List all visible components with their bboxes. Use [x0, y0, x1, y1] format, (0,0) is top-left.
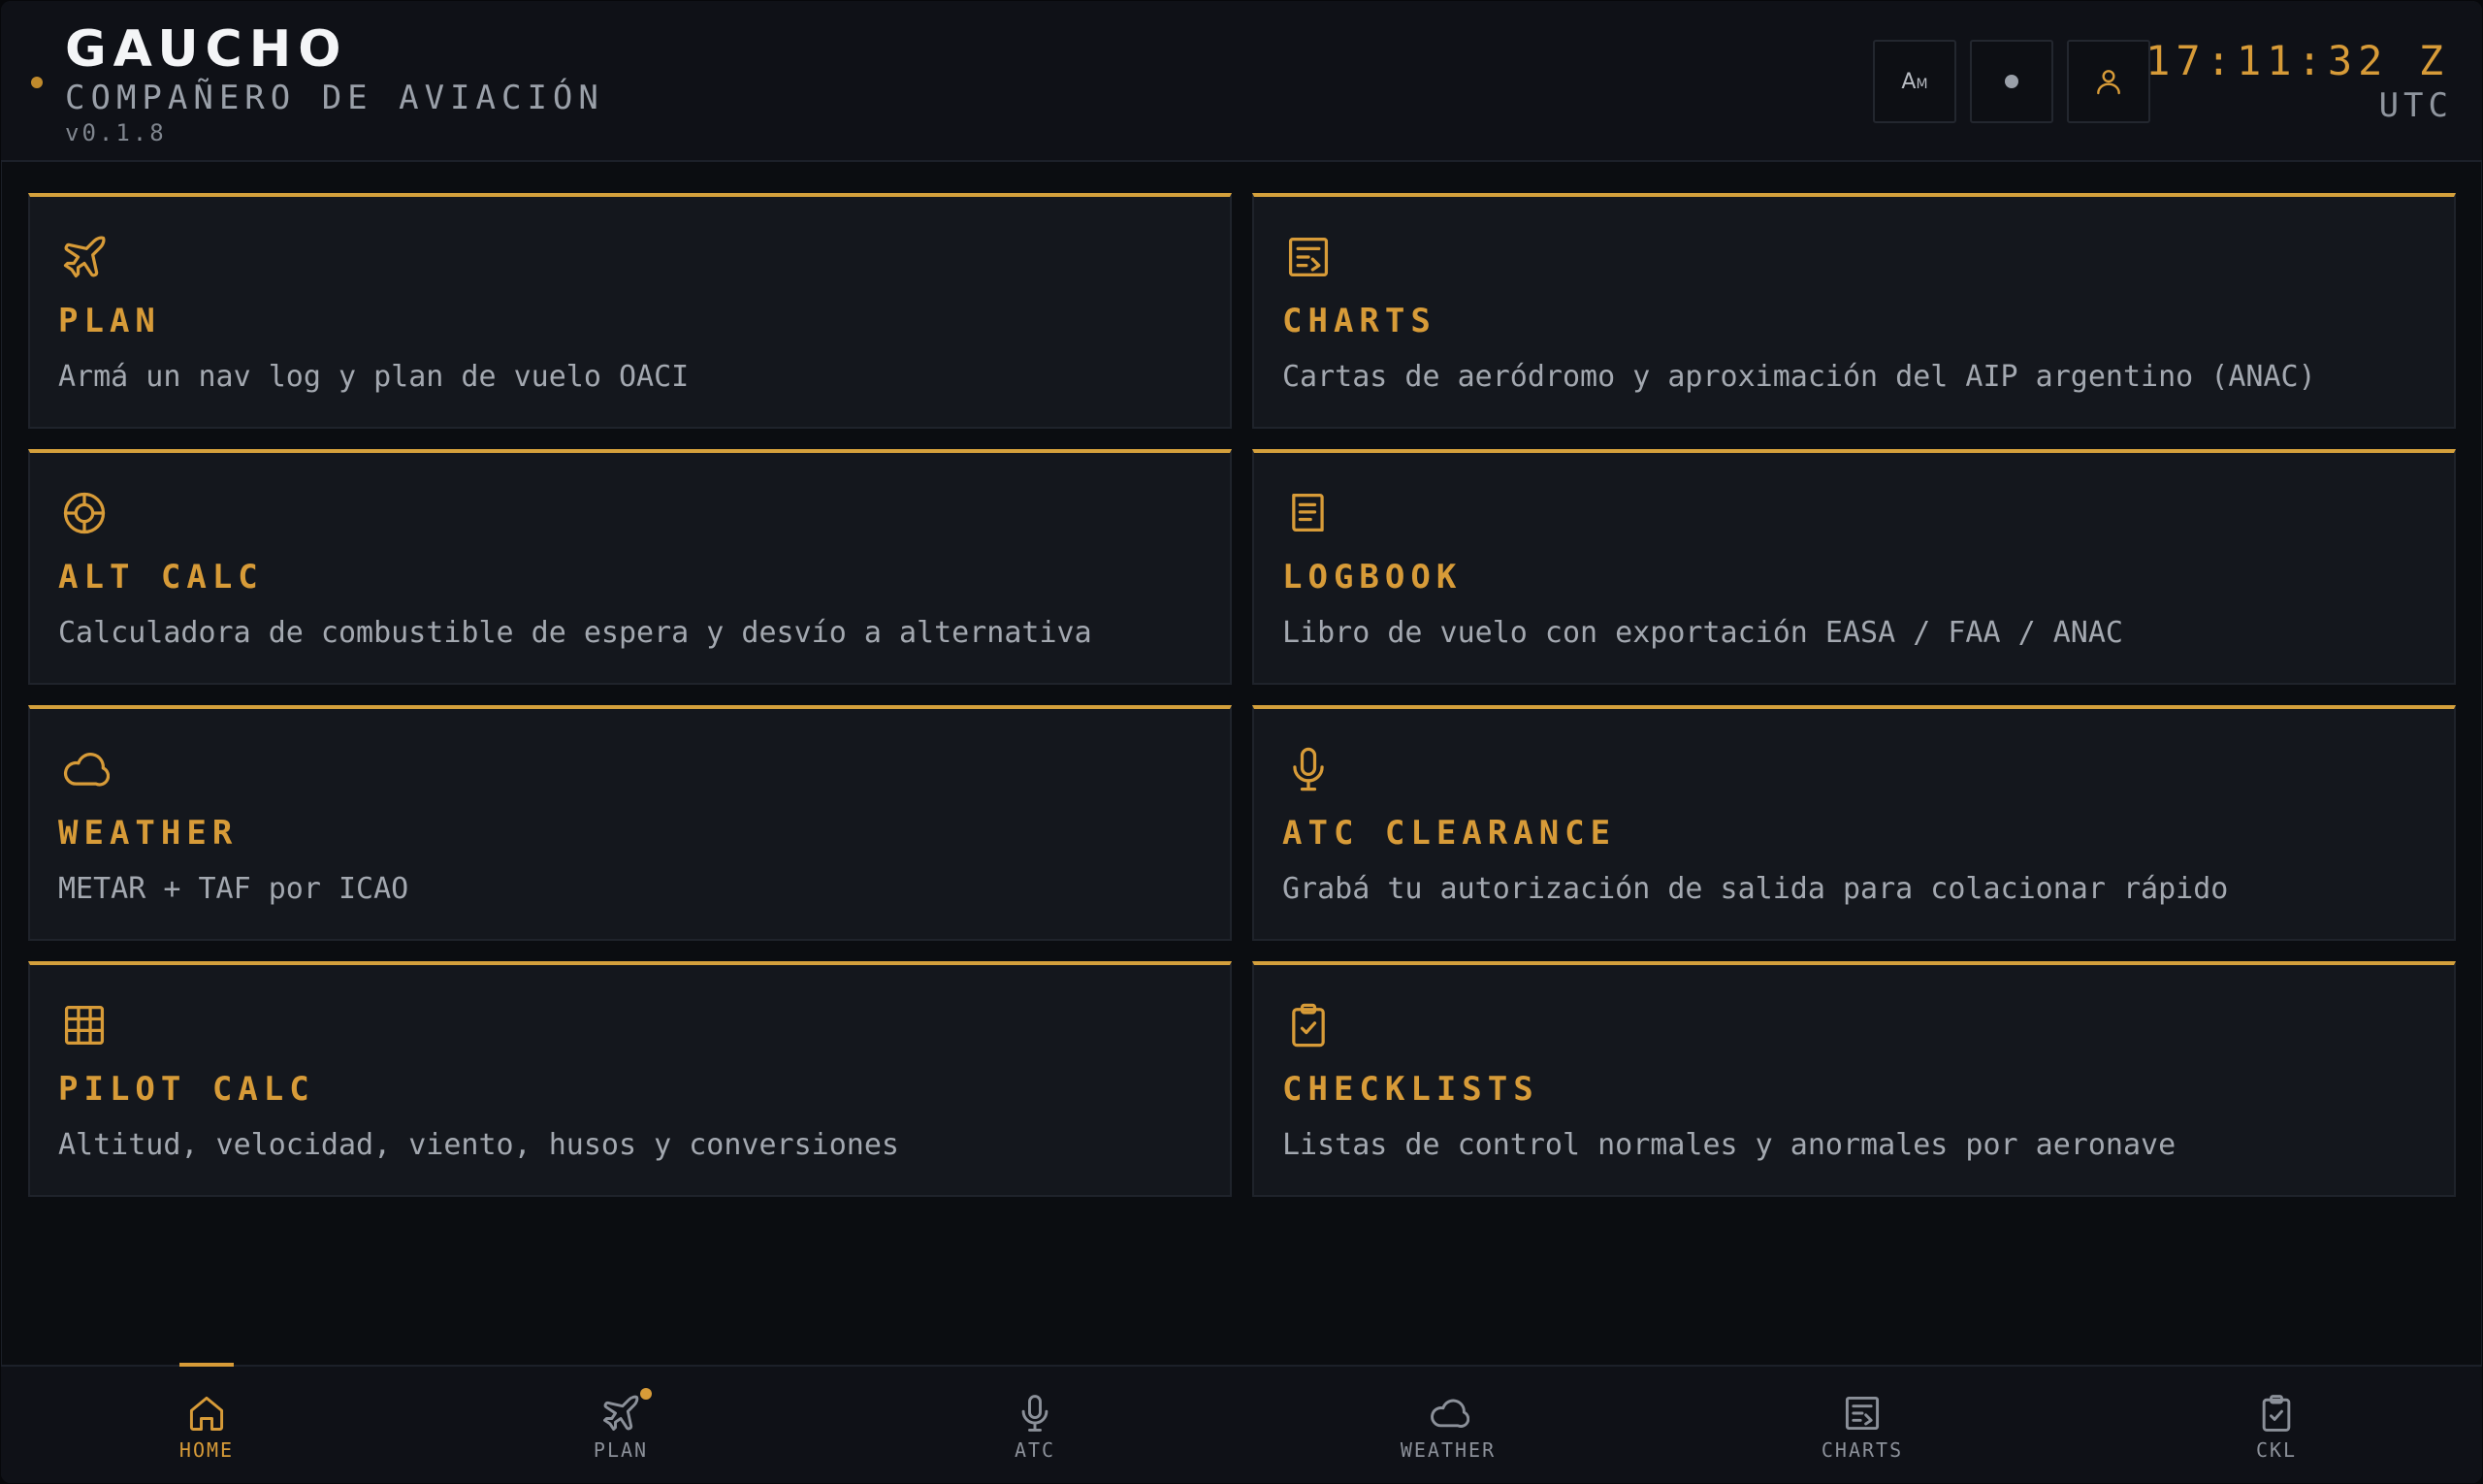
card-description: Altitud, velocidad, viento, husos y conv…: [58, 1128, 899, 1162]
card-atc-clearance[interactable]: ATC CLEARANCE Grabá tu autorización de s…: [1252, 705, 2456, 941]
card-title: CHECKLISTS: [1282, 1070, 1539, 1109]
app-window: GAUCHO COMPAÑERO DE AVIACIÓN v0.1.8 AM 1…: [1, 1, 2482, 1483]
card-pilot-calc[interactable]: PILOT CALC Altitud, velocidad, viento, h…: [28, 961, 1232, 1197]
nav-label: HOME: [178, 1438, 235, 1462]
nav-label: WEATHER: [1400, 1438, 1497, 1462]
app-title: GAUCHO: [65, 20, 348, 79]
plane-icon: [603, 1395, 639, 1431]
utc-clock: 17:11:32 Z: [2145, 37, 2449, 84]
card-description: Armá un nav log y plan de vuelo OACI: [58, 360, 690, 394]
card-title: ATC CLEARANCE: [1282, 814, 1617, 853]
nav-item-atc[interactable]: ATC: [957, 1367, 1113, 1483]
grid-calculator-icon: [64, 1005, 105, 1046]
card-plan[interactable]: PLAN Armá un nav log y plan de vuelo OAC…: [28, 193, 1232, 429]
nav-item-ckl[interactable]: CKL: [2199, 1367, 2354, 1483]
notification-badge: [640, 1388, 652, 1400]
card-description: METAR + TAF por ICAO: [58, 872, 409, 906]
app-subtitle: COMPAÑERO DE AVIACIÓN: [65, 79, 604, 117]
home-icon: [189, 1396, 224, 1431]
card-title: PILOT CALC: [58, 1070, 315, 1109]
card-description: Libro de vuelo con exportación EASA / FA…: [1282, 616, 2123, 650]
card-description: Listas de control normales y anormales p…: [1282, 1128, 2177, 1162]
card-logbook[interactable]: LOGBOOK Libro de vuelo con exportación E…: [1252, 449, 2456, 685]
dot-icon: [2005, 75, 2018, 88]
cloud-icon: [64, 753, 110, 787]
card-title: WEATHER: [58, 814, 239, 853]
font-size-icon: AM: [1901, 69, 1928, 94]
nav-item-home[interactable]: HOME: [129, 1363, 284, 1483]
chart-icon: [1845, 1396, 1880, 1431]
card-charts[interactable]: CHARTS Cartas de aeródromo y aproximació…: [1252, 193, 2456, 429]
card-weather[interactable]: WEATHER METAR + TAF por ICAO: [28, 705, 1232, 941]
font-size-button[interactable]: AM: [1873, 40, 1956, 123]
status-indicator: [31, 77, 43, 88]
card-description: Grabá tu autorización de salida para col…: [1282, 872, 2229, 906]
card-checklists[interactable]: CHECKLISTS Listas de control normales y …: [1252, 961, 2456, 1197]
nav-label: PLAN: [593, 1438, 649, 1462]
nav-label: CHARTS: [1821, 1438, 1904, 1462]
nav-item-weather[interactable]: WEATHER: [1370, 1367, 1526, 1483]
target-icon: [63, 492, 106, 534]
top-header: GAUCHO COMPAÑERO DE AVIACIÓN v0.1.8 AM 1…: [1, 1, 2482, 162]
module-grid: PLAN Armá un nav log y plan de vuelo OAC…: [28, 193, 2456, 1197]
theme-toggle-button[interactable]: [1970, 40, 2053, 123]
book-icon: [1292, 493, 1324, 532]
nav-item-charts[interactable]: CHARTS: [1785, 1367, 1940, 1483]
card-alt-calc[interactable]: ALT CALC Calculadora de combustible de e…: [28, 449, 1232, 685]
clipboard-check-icon: [2262, 1395, 2291, 1432]
cloud-icon: [1431, 1399, 1469, 1428]
nav-item-plan[interactable]: PLAN: [543, 1367, 698, 1483]
card-description: Cartas de aeródromo y aproximación del A…: [1282, 360, 2316, 394]
active-tab-indicator: [179, 1363, 234, 1367]
profile-button[interactable]: [2067, 40, 2150, 123]
app-version: v0.1.8: [65, 119, 167, 146]
card-description: Calculadora de combustible de espera y d…: [58, 616, 1092, 650]
microphone-icon: [1293, 747, 1324, 791]
user-icon: [2097, 70, 2120, 95]
plane-icon: [63, 236, 106, 278]
bottom-nav: HOME PLAN ATC WEATHER CHARTS CKL: [1, 1363, 2482, 1483]
nav-label: CKL: [2255, 1438, 2298, 1462]
nav-label: ATC: [1014, 1438, 1056, 1462]
microphone-icon: [1021, 1395, 1048, 1432]
clipboard-check-icon: [1292, 1003, 1325, 1048]
card-title: ALT CALC: [58, 558, 264, 597]
timezone-label: UTC: [2378, 86, 2453, 125]
card-title: LOGBOOK: [1282, 558, 1463, 597]
card-title: PLAN: [58, 302, 161, 340]
card-title: CHARTS: [1282, 302, 1436, 340]
chart-icon: [1288, 237, 1329, 277]
